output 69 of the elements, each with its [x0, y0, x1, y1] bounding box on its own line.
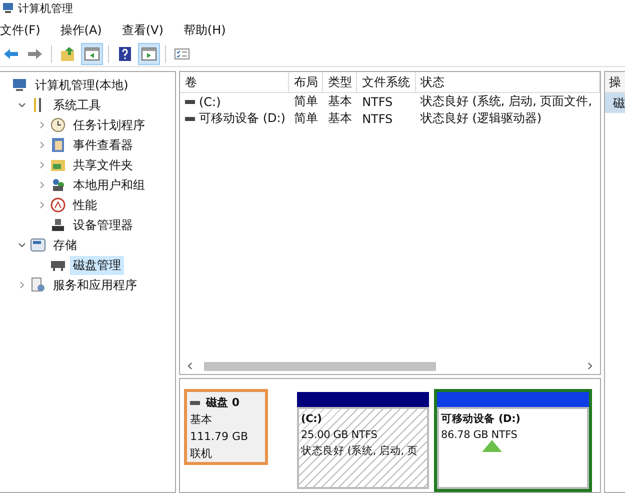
- users-icon: [50, 177, 66, 193]
- tree-item[interactable]: 本地用户和组: [70, 176, 148, 194]
- tree-item[interactable]: 任务计划程序: [70, 116, 148, 134]
- drive-icon: [185, 116, 195, 120]
- table-cell: 状态良好 (系统, 启动, 页面文件,: [420, 93, 592, 110]
- tree-item[interactable]: 性能: [70, 196, 100, 214]
- help-icon: [117, 46, 133, 62]
- table-cell: 简单: [294, 93, 318, 110]
- tree-item[interactable]: 计算机管理(本地): [32, 76, 132, 94]
- disk-name: 磁盘 0: [206, 395, 240, 411]
- checklist-icon: [174, 46, 190, 62]
- column-header[interactable]: 类型: [322, 72, 358, 92]
- table-cell: 状态良好 (逻辑驱动器): [420, 110, 542, 127]
- tree-toggle-button[interactable]: [81, 43, 103, 65]
- pane-right-icon: [141, 46, 157, 62]
- disk-type: 基本: [190, 412, 213, 428]
- partition-size: 86.78 GB NTFS: [441, 428, 518, 443]
- computer-icon: [12, 77, 28, 93]
- computer-icon: [2, 2, 14, 14]
- table-cell: 基本: [328, 93, 352, 110]
- action-item[interactable]: 磁: [605, 93, 625, 113]
- partition-size: 25.00 GB NTFS: [301, 428, 378, 443]
- window-title: 计算机管理: [18, 0, 73, 16]
- disk-status: 联机: [190, 446, 213, 462]
- tree-item[interactable]: 存储: [50, 236, 80, 254]
- scroll-left-icon[interactable]: [186, 362, 194, 370]
- column-header[interactable]: 文件系统: [357, 72, 416, 92]
- folder-up-icon: [60, 46, 76, 62]
- partition-status: 状态良好 (系统, 启动, 页: [301, 444, 419, 459]
- tree-item[interactable]: 事件查看器: [70, 136, 136, 154]
- tree-item[interactable]: 共享文件夹: [70, 156, 136, 174]
- table-cell: NTFS: [362, 112, 393, 126]
- column-header[interactable]: 卷: [180, 72, 289, 92]
- clock-icon: [50, 117, 66, 133]
- menu-item[interactable]: 帮助(H): [183, 22, 226, 38]
- menu-item[interactable]: 操作(A): [60, 22, 102, 38]
- gauge-icon: [50, 197, 66, 213]
- column-header[interactable]: 布局: [288, 72, 323, 92]
- storage-icon: [30, 237, 46, 253]
- table-cell: NTFS: [362, 94, 393, 108]
- partition-block[interactable]: 可移动设备 (D:) 86.78 GB NTFS: [434, 389, 592, 492]
- services-icon: [30, 277, 46, 293]
- left-arrow-icon: [3, 46, 19, 62]
- drive-icon: [185, 100, 195, 104]
- partition-label: (C:): [301, 412, 323, 427]
- right-arrow-icon: [27, 46, 43, 62]
- tree-item[interactable]: 系统工具: [50, 96, 104, 114]
- menu-item[interactable]: 查看(V): [122, 22, 164, 38]
- column-header[interactable]: 状态: [416, 72, 600, 92]
- chevron-icon[interactable]: [18, 101, 26, 109]
- table-cell: 简单: [294, 110, 318, 127]
- disk-size: 111.79 GB: [190, 429, 250, 445]
- chevron-icon[interactable]: [18, 241, 26, 249]
- menu-item[interactable]: 文件(F): [0, 22, 40, 38]
- partition-label: 可移动设备 (D:): [441, 412, 522, 427]
- shared-folder-icon: [50, 157, 66, 173]
- disk-label-panel[interactable]: 磁盘 0 基本 111.79 GB 联机: [184, 389, 268, 465]
- pane-toggle-button[interactable]: [138, 43, 160, 65]
- table-cell: (C:): [199, 94, 221, 108]
- tree-item[interactable]: 磁盘管理: [70, 256, 124, 274]
- pane-left-icon: [84, 46, 100, 62]
- tree-item[interactable]: 服务和应用程序: [50, 276, 140, 294]
- table-cell: 可移动设备 (D:): [199, 110, 286, 127]
- log-icon: [50, 137, 66, 153]
- device-icon: [50, 217, 66, 233]
- tree-item[interactable]: 设备管理器: [70, 216, 136, 234]
- actions-header: 操: [605, 72, 625, 93]
- scroll-right-icon[interactable]: [586, 362, 594, 370]
- table-cell: 基本: [328, 110, 352, 127]
